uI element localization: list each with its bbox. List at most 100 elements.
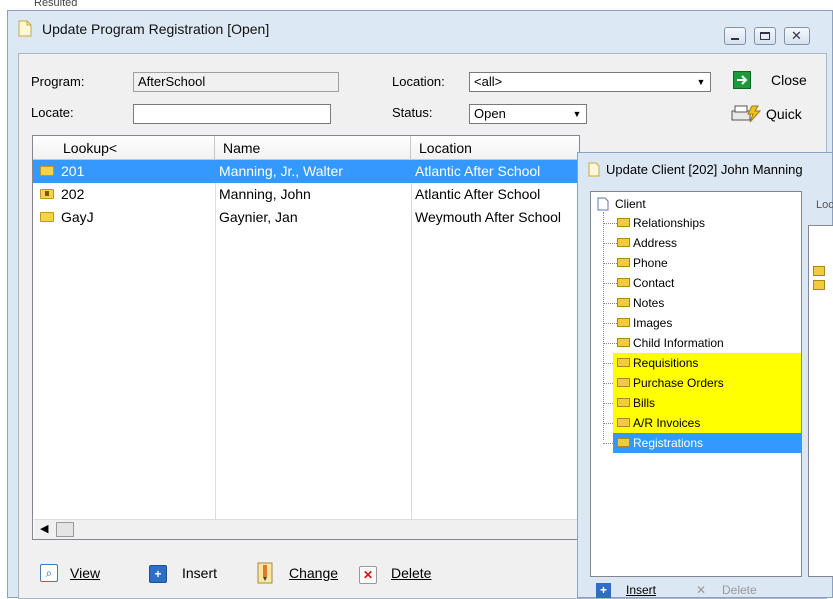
folder-icon: [617, 318, 630, 327]
insert-button[interactable]: + Insert: [149, 564, 229, 588]
client-delete-label: Delete: [722, 583, 757, 597]
dropdown-arrow-icon[interactable]: ▼: [569, 106, 585, 122]
table-row[interactable]: GayJ Gaynier, Jan Weymouth After School: [33, 206, 579, 229]
program-field: AfterSchool: [133, 72, 339, 92]
locked-folder-icon: [40, 189, 54, 199]
client-list-fragment[interactable]: [808, 225, 833, 577]
folder-icon: [617, 438, 630, 447]
location-dropdown[interactable]: <all> ▼: [469, 72, 711, 92]
quick-label: Quick: [766, 106, 802, 122]
client-title-bar[interactable]: Update Client [202] John Manning: [578, 153, 833, 187]
folder-icon: [40, 166, 54, 176]
magnifier-icon: ⌕: [40, 564, 58, 582]
registrations-list[interactable]: Lookup< Name Location 201 Manning, Jr., …: [32, 135, 580, 540]
tree-node[interactable]: Phone: [591, 253, 801, 273]
location-fragment-label: Loc: [816, 199, 833, 211]
tree-node-highlighted[interactable]: A/R Invoices: [613, 413, 801, 433]
minimize-button[interactable]: [724, 27, 746, 45]
folder-icon: [617, 378, 630, 387]
window-title: Update Program Registration [Open]: [42, 21, 270, 37]
scroll-thumb[interactable]: [56, 522, 74, 537]
close-button[interactable]: Close: [733, 70, 823, 94]
title-bar[interactable]: Update Program Registration [Open] ✕: [8, 11, 832, 47]
maximize-icon: [760, 32, 770, 40]
cell-location: Atlantic After School: [415, 163, 541, 179]
plus-icon: +: [149, 565, 167, 583]
tree-node-client[interactable]: Client: [591, 194, 801, 214]
folder-icon: [617, 418, 630, 427]
client-delete-button[interactable]: ✕ Delete: [696, 583, 766, 599]
exit-icon: [733, 71, 751, 89]
folder-icon: [813, 280, 825, 290]
folder-icon: [617, 258, 630, 267]
delete-label: Delete: [391, 565, 432, 581]
view-label: View: [70, 565, 101, 581]
locate-label: Locate:: [31, 105, 74, 120]
location-value: <all>: [474, 74, 503, 89]
client-insert-label: Insert: [626, 583, 657, 597]
background-fragment: Resulted: [34, 0, 78, 9]
delete-button[interactable]: ✕ Delete: [359, 564, 449, 588]
folder-icon: [617, 358, 630, 367]
locate-input[interactable]: [133, 104, 331, 124]
column-header-lookup[interactable]: Lookup<: [33, 136, 215, 160]
column-header-name[interactable]: Name: [215, 136, 411, 160]
folder-icon: [617, 298, 630, 307]
tree-root-label: Client: [615, 197, 646, 211]
document-icon: [597, 197, 609, 211]
cell-name: Gaynier, Jan: [219, 209, 298, 225]
red-x-icon: ✕: [359, 566, 377, 584]
cell-location: Weymouth After School: [415, 209, 562, 225]
folder-icon: [617, 218, 630, 227]
document-icon: [18, 20, 32, 37]
update-client-window: Update Client [202] John Manning Client …: [577, 152, 833, 598]
folder-icon: [617, 278, 630, 287]
plus-icon: +: [596, 583, 611, 598]
tree-node[interactable]: Images: [591, 313, 801, 333]
minimize-icon: [731, 38, 739, 40]
tree-node[interactable]: Address: [591, 233, 801, 253]
quick-print-icon: [731, 105, 762, 123]
tree-node-highlighted[interactable]: Requisitions: [613, 353, 801, 373]
program-value: AfterSchool: [138, 74, 206, 89]
view-button[interactable]: ⌕ View: [40, 564, 120, 588]
status-value: Open: [474, 106, 506, 121]
folder-icon: [617, 398, 630, 407]
folder-icon: [813, 266, 825, 276]
tree-node-highlighted[interactable]: Purchase Orders: [613, 373, 801, 393]
dropdown-arrow-icon[interactable]: ▼: [693, 74, 709, 90]
column-header-location[interactable]: Location: [411, 136, 579, 160]
client-window-title: Update Client [202] John Manning: [606, 162, 803, 177]
quick-button[interactable]: Quick: [730, 104, 820, 128]
tree-node[interactable]: Relationships: [591, 213, 801, 233]
close-window-button[interactable]: ✕: [784, 27, 810, 45]
table-row[interactable]: 202 Manning, John Atlantic After School: [33, 183, 579, 206]
table-row[interactable]: 201 Manning, Jr., Walter Atlantic After …: [33, 160, 579, 183]
change-button[interactable]: Change: [257, 562, 347, 586]
program-label: Program:: [31, 74, 85, 89]
pencil-document-icon: [257, 562, 273, 584]
horizontal-scrollbar[interactable]: ◀: [34, 519, 579, 539]
x-icon: ✕: [696, 583, 707, 597]
client-tree[interactable]: Client Relationships Address Phone Conta…: [590, 191, 802, 577]
tree-node-selected[interactable]: Registrations: [613, 433, 801, 453]
tree-node[interactable]: Child Information: [591, 333, 801, 353]
document-icon: [588, 162, 600, 177]
change-label: Change: [289, 565, 339, 581]
tree-node-highlighted[interactable]: Bills: [613, 393, 801, 413]
client-insert-button[interactable]: + Insert: [596, 583, 666, 599]
cell-name: Manning, Jr., Walter: [219, 163, 343, 179]
folder-icon: [617, 338, 630, 347]
folder-icon: [617, 238, 630, 247]
close-label: Close: [771, 72, 807, 88]
scroll-left-icon[interactable]: ◀: [40, 522, 48, 535]
tree-node[interactable]: Contact: [591, 273, 801, 293]
folder-icon: [40, 212, 54, 222]
cell-name: Manning, John: [219, 186, 311, 202]
cell-lookup: 201: [61, 163, 85, 179]
insert-label: Insert: [182, 565, 218, 581]
maximize-button[interactable]: [754, 27, 776, 45]
cell-lookup: 202: [61, 186, 85, 202]
tree-node[interactable]: Notes: [591, 293, 801, 313]
status-dropdown[interactable]: Open ▼: [469, 104, 587, 124]
